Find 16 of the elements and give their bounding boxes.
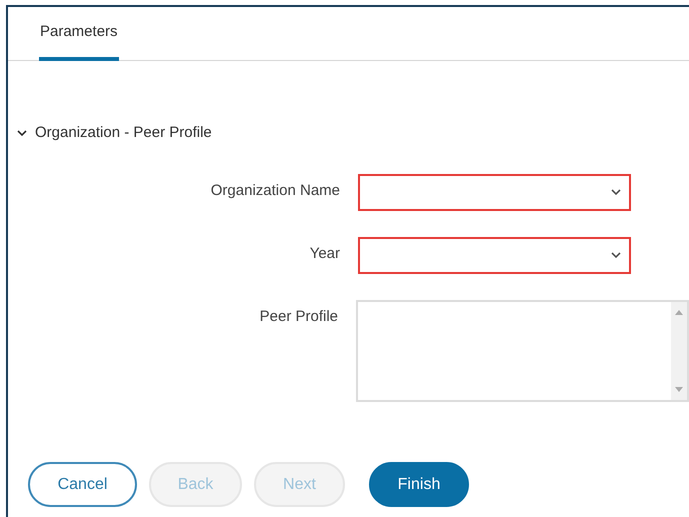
field-label: Year [310,244,340,264]
wizard-button[interactable]: Finish [369,462,469,507]
dropdown-field[interactable] [358,236,631,274]
tab[interactable]: Parameters [39,7,119,61]
field-label: Peer Profile [260,306,338,326]
field-label: Organization Name [210,180,340,200]
dropdown-field[interactable] [358,174,631,210]
chevron-down-icon [611,189,621,195]
chevron-down-icon [17,130,27,136]
list-field[interactable] [356,300,689,402]
scrollbar[interactable] [671,302,687,400]
section-title[interactable]: Organization - Peer Profile [35,122,212,144]
chevron-down-icon [611,252,621,258]
scroll-down-icon[interactable] [675,386,683,392]
wizard-button[interactable]: Cancel [28,462,137,507]
scroll-up-icon[interactable] [675,310,683,314]
